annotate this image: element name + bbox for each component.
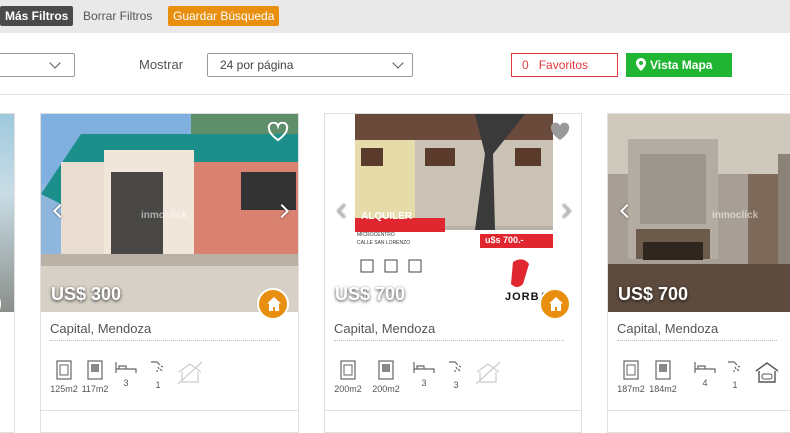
favoritos-count: 0 xyxy=(522,58,529,72)
results-toolbar: Mostrar 24 por página 0 Favoritos Vista M… xyxy=(0,33,790,95)
listing-photo: ALQUILER MICROCENTRO CALLE SAN LORENZO u… xyxy=(325,114,581,312)
chevron-down-icon xyxy=(49,57,61,69)
watermark: inmoclick xyxy=(712,210,759,221)
feature-bedrooms: 3 xyxy=(111,360,141,388)
sort-select[interactable] xyxy=(0,53,75,77)
garage-disabled-icon xyxy=(177,361,203,385)
covered-area-icon xyxy=(87,360,103,380)
feature-total-area: 187m2 xyxy=(616,360,646,394)
shower-icon xyxy=(151,361,164,372)
bed-icon xyxy=(413,362,435,373)
bed-icon xyxy=(115,362,137,373)
listing-photo xyxy=(0,114,14,312)
listing-features: 125m2 117m2 3 1 xyxy=(49,360,298,400)
garage-disabled-icon xyxy=(475,361,501,385)
feature-bedrooms: 4 xyxy=(690,360,720,388)
listing-photo: inmoclick xyxy=(608,114,790,312)
map-pin-icon xyxy=(636,58,646,71)
listing-features: 200m2 200m2 3 3 xyxy=(333,360,581,400)
mas-filtros-button[interactable]: Más Filtros xyxy=(0,6,74,26)
covered-area-icon xyxy=(378,360,394,380)
home-icon[interactable] xyxy=(539,288,571,320)
feature-garage xyxy=(752,360,782,384)
listing-photo: inmoclick xyxy=(41,114,298,312)
heart-icon[interactable] xyxy=(267,122,289,142)
watermark: inmoclick xyxy=(141,210,188,221)
guardar-busqueda-button[interactable]: Guardar Búsqueda xyxy=(168,6,280,26)
card-footer xyxy=(41,410,298,411)
plan-icon xyxy=(340,360,356,380)
top-filter-bar: Más Filtros Borrar Filtros Guardar Búsqu… xyxy=(0,0,790,33)
feature-bathrooms: 1 xyxy=(720,360,750,390)
listing-card[interactable]: inmoclick US$ 300 Capital, Mendoza 125m2… xyxy=(40,113,299,433)
per-page-value: 24 por página xyxy=(220,58,294,72)
banner-amount: u$s 700.- xyxy=(485,235,524,245)
shower-icon xyxy=(728,361,741,372)
card-footer xyxy=(608,410,790,411)
garage-icon xyxy=(755,362,779,383)
listing-location: Capital, Mendoza xyxy=(617,321,719,336)
bed-icon xyxy=(694,362,716,373)
card-footer xyxy=(325,410,581,411)
vista-mapa-label: Vista Mapa xyxy=(650,58,713,72)
feature-garage-none xyxy=(473,360,503,386)
listing-location: Capital, Mendoza xyxy=(334,321,436,336)
feature-covered-area: 184m2 xyxy=(648,360,678,394)
home-icon[interactable] xyxy=(257,288,289,320)
plan-icon xyxy=(623,360,639,380)
feature-bedrooms: 3 xyxy=(409,360,439,388)
feature-garage-none xyxy=(175,360,205,386)
heart-icon[interactable] xyxy=(549,122,571,142)
banner-street: CALLE SAN LORENZO xyxy=(357,240,411,246)
listing-price: US$ 300 xyxy=(51,284,122,304)
plan-icon xyxy=(56,360,72,380)
favoritos-button[interactable]: 0 Favoritos xyxy=(511,53,618,77)
listing-card[interactable]: inmoclick US$ 700 Capital, Mendoza 187m2… xyxy=(607,113,790,433)
borrar-filtros-button[interactable]: Borrar Filtros xyxy=(78,6,157,26)
chevron-down-icon xyxy=(392,57,404,69)
feature-total-area: 200m2 xyxy=(333,360,363,394)
per-page-select[interactable]: 24 por página xyxy=(207,53,413,77)
covered-area-icon xyxy=(655,360,671,380)
feature-covered-area: 117m2 xyxy=(80,360,110,394)
mostrar-label: Mostrar xyxy=(139,57,184,72)
banner-tag: ALQUILER xyxy=(361,211,413,222)
listing-price: US$ 700 xyxy=(618,284,689,304)
feature-bathrooms: 3 xyxy=(441,360,471,390)
vista-mapa-button[interactable]: Vista Mapa xyxy=(626,53,732,77)
banner-zone: MICROCENTRO xyxy=(357,232,395,238)
listing-card[interactable]: ALQUILER MICROCENTRO CALLE SAN LORENZO u… xyxy=(324,113,582,433)
feature-covered-area: 200m2 xyxy=(371,360,401,394)
shower-icon xyxy=(449,361,462,372)
listing-subtitle xyxy=(334,340,564,341)
listing-subtitle xyxy=(50,340,280,341)
feature-bathrooms: 1 xyxy=(143,360,173,390)
listing-features: 187m2 184m2 4 1 xyxy=(616,360,790,400)
listing-price: US$ 700 xyxy=(335,284,406,304)
listing-card-partial-left[interactable] xyxy=(0,113,15,433)
listing-location: Capital, Mendoza xyxy=(50,321,152,336)
listing-subtitle xyxy=(617,340,777,341)
feature-total-area: 125m2 xyxy=(49,360,79,394)
favoritos-label: Favoritos xyxy=(538,58,589,72)
